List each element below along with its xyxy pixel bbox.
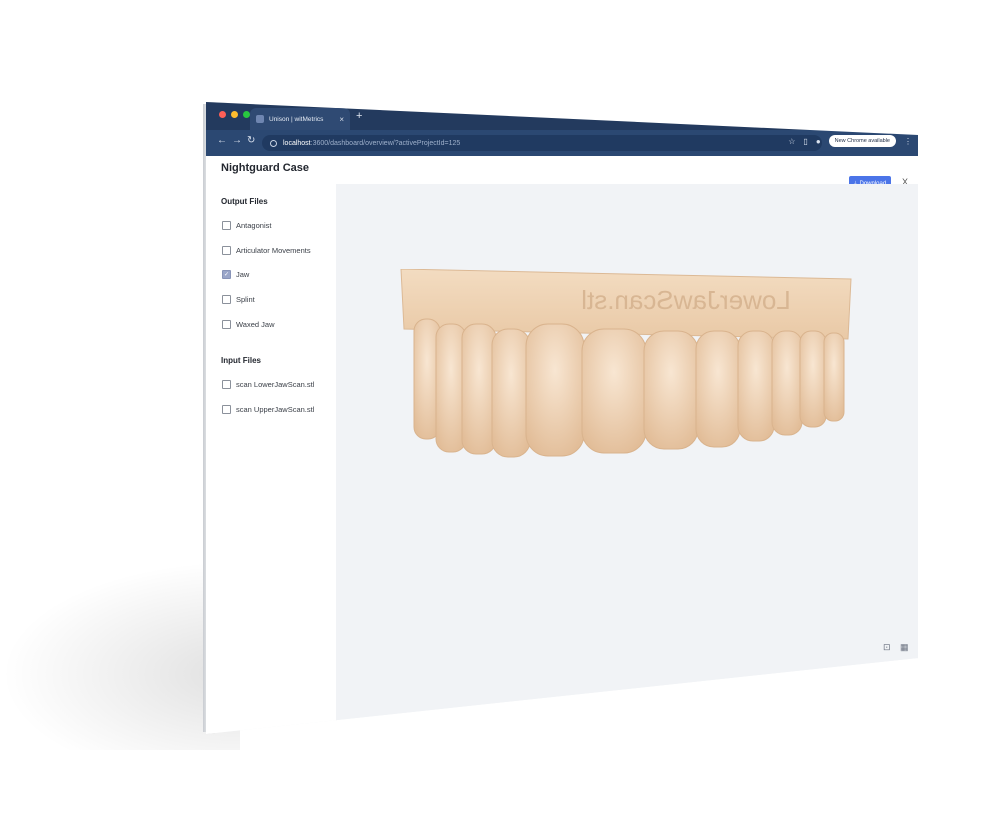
minimize-window-dot[interactable] [231,111,238,118]
file-sidebar: Output Files Antagonist Articulator Move… [206,184,337,734]
model-engraving: LowerJawScan.stl [581,285,791,315]
jaw-model[interactable]: LowerJawScan.stl [396,269,856,469]
site-info-icon[interactable] [270,139,277,147]
input-files-title: Input Files [221,356,261,365]
tab-strip: Unison | witMetrics × + [206,102,918,130]
window-controls [219,111,250,118]
extensions-icon[interactable]: ▯ [803,137,807,146]
url-host: localhost [283,139,311,147]
close-window-dot[interactable] [219,111,226,118]
checkbox[interactable] [222,246,231,255]
checkbox[interactable] [222,320,231,329]
browser-window: Unison | witMetrics × + ← → ↻ localhost … [206,102,918,734]
file-label: scan LowerJawScan.stl [236,380,315,389]
scene: Unison | witMetrics × + ← → ↻ localhost … [0,0,1004,829]
back-icon[interactable]: ← [217,135,227,146]
tab-title: Unison | witMetrics [269,115,324,123]
tab-close-icon[interactable]: × [339,115,344,124]
checkbox[interactable] [222,221,231,230]
checkbox[interactable] [222,295,231,304]
app-header: Nightguard Case ⤓ Download X [206,156,918,192]
file-label: Antagonist [236,221,272,230]
output-file-item[interactable]: Articulator Movements [222,246,311,255]
new-tab-button[interactable]: + [356,111,362,122]
toolbar-actions: ☆ ▯ ● New Chrome available ⋮ [788,135,912,147]
profile-avatar-icon[interactable]: ● [816,137,821,146]
forward-icon[interactable]: → [232,135,242,146]
grid-icon[interactable]: ▦ [900,642,909,653]
browser-toolbar: ← → ↻ localhost :3600/dashboard/overview… [206,130,918,156]
maximize-window-dot[interactable] [243,111,250,118]
output-file-item[interactable]: Waxed Jaw [222,320,275,329]
output-files-title: Output Files [221,197,268,206]
file-label: Jaw [236,270,250,279]
input-file-item[interactable]: scan UpperJawScan.stl [222,405,314,414]
output-file-item[interactable]: Antagonist [222,221,271,230]
focus-icon[interactable]: ⊡ [883,642,891,653]
address-bar[interactable]: localhost :3600/dashboard/overview/?acti… [262,135,822,151]
favicon-icon [256,115,264,123]
checkbox-checked[interactable]: ✓ [222,270,231,279]
output-file-item[interactable]: ✓ Jaw [222,270,249,279]
3d-viewport[interactable]: LowerJawScan.stl ⊡ ▦ [336,184,918,734]
file-label: Articulator Movements [236,246,311,255]
teeth [413,318,845,458]
chrome-update-button[interactable]: New Chrome available [828,135,896,147]
file-label: Waxed Jaw [236,320,275,329]
bookmark-star-icon[interactable]: ☆ [788,137,795,146]
input-file-item[interactable]: scan LowerJawScan.stl [222,380,314,389]
file-label: Splint [236,295,255,304]
page-title: Nightguard Case [221,162,310,174]
checkbox[interactable] [222,380,231,389]
checkbox[interactable] [222,405,231,414]
output-file-item[interactable]: Splint [222,295,255,304]
browser-tab[interactable]: Unison | witMetrics × [250,108,350,130]
file-label: scan UpperJawScan.stl [236,405,315,414]
reload-icon[interactable]: ↻ [247,135,255,146]
url-path: :3600/dashboard/overview/?activeProjectI… [310,139,461,147]
more-menu-icon[interactable]: ⋮ [904,137,912,146]
